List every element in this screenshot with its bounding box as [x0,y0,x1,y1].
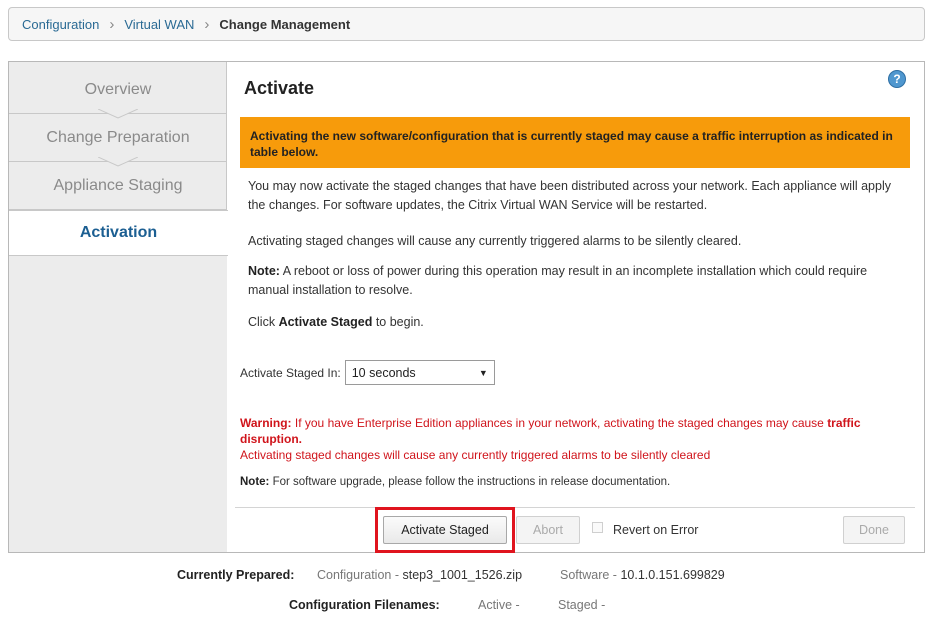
breadcrumb-virtual-wan[interactable]: Virtual WAN [124,17,194,32]
step-overview[interactable]: Overview [9,62,227,114]
warning-alarm-text: Activating staged changes will cause any… [240,448,711,462]
upgrade-note-label: Note: [240,476,270,488]
reboot-note-text: A reboot or loss of power during this op… [248,264,868,297]
activation-description: You may now activate the staged changes … [248,179,891,212]
reboot-note: Note: A reboot or loss of power during t… [248,262,908,300]
step-chevron-icon [98,109,138,119]
active-filename: Active - [478,598,520,612]
chevron-right-icon: › [109,15,115,33]
prepared-config-label: Configuration - [317,568,403,582]
chevron-right-icon: › [204,15,210,33]
breadcrumb-configuration[interactable]: Configuration [22,17,99,32]
activate-content: Activate ? Activating the new software/c… [227,62,924,553]
revert-label: Revert on Error [613,523,699,537]
activate-in-value: 10 seconds [351,365,416,380]
upgrade-note-text: For software upgrade, please follow the … [269,476,671,488]
wizard-steps: Overview Change Preparation Appliance St… [9,62,228,552]
click-instruction-bold: Activate Staged [278,315,373,329]
staged-filename: Staged - [558,598,606,612]
breadcrumb: Configuration › Virtual WAN › Change Man… [8,7,925,41]
done-button[interactable]: Done [843,516,905,544]
prepared-software-label: Software - [560,568,621,582]
help-icon[interactable]: ? [888,70,906,88]
activate-in-row: Activate Staged In: 10 seconds ▼ [240,360,495,385]
step-chevron-icon [98,157,138,167]
currently-prepared-label: Currently Prepared: [177,568,295,582]
change-management-panel: Overview Change Preparation Appliance St… [8,61,925,553]
upgrade-note: Note: For software upgrade, please follo… [240,476,670,488]
interruption-banner: Activating the new software/configuratio… [240,117,910,168]
prepared-configuration: Configuration - step3_1001_1526.zip [317,568,522,582]
warning-text: If you have Enterprise Edition appliance… [291,416,828,430]
activate-in-select[interactable]: 10 seconds ▼ [344,360,495,385]
prepared-config-value: step3_1001_1526.zip [402,568,523,582]
dropdown-arrow-icon: ▼ [478,367,488,378]
page-title: Activate [244,78,315,98]
enterprise-warning: Warning: If you have Enterprise Edition … [240,415,900,463]
click-instruction-pre: Click [248,315,279,329]
click-instruction: Click Activate Staged to begin. [248,313,908,332]
revert-on-error[interactable]: Revert on Error [592,521,699,537]
step-appliance-staging[interactable]: Appliance Staging [9,162,227,210]
alarm-clear-notice: Activating staged changes will cause any… [248,234,742,248]
abort-button[interactable]: Abort [516,516,580,544]
activate-in-label: Activate Staged In: [240,365,341,380]
revert-checkbox[interactable] [592,521,603,533]
prepared-software-value: 10.1.0.151.699829 [620,568,725,582]
warning-label: Warning: [240,416,292,430]
steps-filler [9,256,227,552]
click-instruction-post: to begin. [372,315,424,329]
activate-staged-button[interactable]: Activate Staged [383,516,507,544]
config-filenames-label: Configuration Filenames: [289,598,440,612]
step-activation[interactable]: Activation [9,210,228,256]
step-change-preparation[interactable]: Change Preparation [9,114,227,162]
reboot-note-label: Note: [248,264,280,278]
breadcrumb-current: Change Management [219,16,351,32]
prepared-software: Software - 10.1.0.151.699829 [560,568,725,582]
divider [235,507,915,508]
